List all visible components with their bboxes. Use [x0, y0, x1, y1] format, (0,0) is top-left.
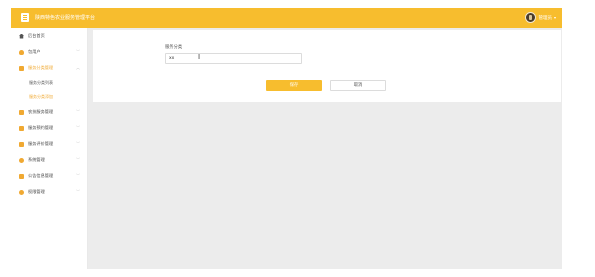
sidebar-item-review[interactable]: 服务评价管理 ﹀ [11, 136, 87, 152]
text-cursor-icon: I [198, 53, 201, 61]
home-icon [19, 33, 24, 39]
category-name-input[interactable]: xx [165, 53, 302, 64]
user-name[interactable]: 管理员 [538, 15, 552, 21]
app-title: 陕西特色农业服务管理平台 [35, 15, 96, 21]
grid-icon [19, 109, 24, 115]
grid-icon [19, 125, 24, 131]
sidebar-subitem-category-add[interactable]: 服务分类添加 [11, 90, 87, 104]
sidebar-subitem-category-list[interactable]: 服务分类列表 [11, 76, 87, 90]
note-icon [19, 173, 24, 179]
menu-toggle-icon[interactable] [21, 13, 29, 22]
sidebar-item-label: 服务分类管理 [28, 65, 54, 70]
chevron-down-icon: ﹀ [76, 189, 80, 194]
sidebar-item-label: 农技服务管理 [28, 109, 54, 114]
chevron-down-icon: ﹀ [76, 109, 80, 114]
sidebar-item-label: 服务评价管理 [28, 141, 54, 146]
user-menu[interactable]: 管理员 ▾ [525, 11, 556, 24]
sidebar-item-users[interactable]: 包用户 ﹀ [11, 44, 87, 60]
top-header: 陕西特色农业服务管理平台 管理员 ▾ [11, 8, 562, 28]
save-button[interactable]: 保存 [266, 80, 322, 91]
cancel-button[interactable]: 取消 [330, 80, 386, 91]
chevron-down-icon: ﹀ [76, 49, 80, 54]
sidebar-subitem-label: 服务分类添加 [29, 94, 53, 99]
sidebar-item-booking[interactable]: 服务预约管理 ﹀ [11, 120, 87, 136]
user-icon [19, 49, 24, 55]
form-card: 服务分类 xx I 保存 取消 [93, 30, 561, 102]
chevron-up-icon: ︿ [76, 65, 80, 70]
chevron-down-icon: ﹀ [76, 157, 80, 162]
sidebar-item-label: 系统管理 [28, 157, 45, 162]
sidebar-item-label: 权限管理 [28, 189, 45, 194]
sidebar-item-label: 公告信息管理 [28, 173, 54, 178]
app-window: 陕西特色农业服务管理平台 管理员 ▾ 后台首页 包用户 ﹀ 服务分类管理 ︿ 服… [11, 8, 562, 269]
avatar[interactable] [525, 12, 537, 23]
category-field-label: 服务分类 [165, 45, 183, 50]
chevron-down-icon: ﹀ [76, 141, 80, 146]
sidebar-item-announcements[interactable]: 公告信息管理 ﹀ [11, 168, 87, 184]
sidebar-item-category-management[interactable]: 服务分类管理 ︿ [11, 60, 87, 76]
sidebar-item-permissions[interactable]: 权限管理 ﹀ [11, 184, 87, 200]
sidebar-item-label: 服务预约管理 [28, 125, 54, 130]
sidebar: 后台首页 包用户 ﹀ 服务分类管理 ︿ 服务分类列表 服务分类添加 农技服务管理… [11, 28, 88, 269]
main-content: 服务分类 xx I 保存 取消 [88, 28, 562, 269]
grid-icon [19, 141, 24, 147]
sidebar-item-label: 后台首页 [28, 33, 45, 38]
chevron-down-icon: ﹀ [76, 173, 80, 178]
grid-icon [19, 65, 24, 71]
sidebar-item-agri-service[interactable]: 农技服务管理 ﹀ [11, 104, 87, 120]
chevron-down-icon[interactable]: ▾ [554, 15, 556, 20]
gear-icon [19, 189, 24, 195]
gear-icon [19, 157, 24, 163]
sidebar-item-system[interactable]: 系统管理 ﹀ [11, 152, 87, 168]
sidebar-item-label: 包用户 [28, 49, 41, 54]
sidebar-subitem-label: 服务分类列表 [29, 80, 53, 85]
chevron-down-icon: ﹀ [76, 125, 80, 130]
sidebar-item-home[interactable]: 后台首页 [11, 28, 87, 44]
